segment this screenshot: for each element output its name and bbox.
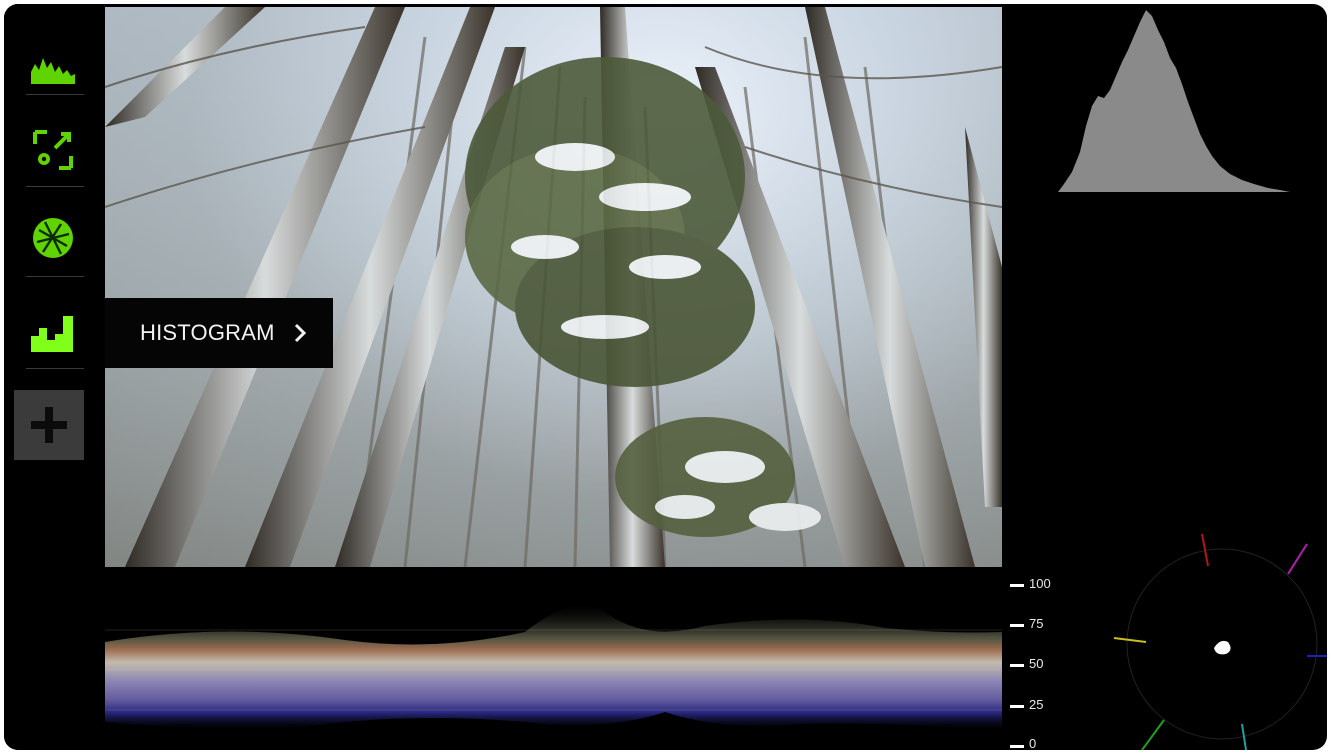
scale-tick-0: [1010, 745, 1024, 748]
vectorscope-tool-button[interactable]: [20, 200, 86, 276]
scale-tick-75: [1010, 624, 1024, 627]
expand-gear-icon: [33, 130, 73, 170]
histogram-tooltip[interactable]: HISTOGRAM: [105, 298, 333, 368]
tool-sidebar: [4, 4, 104, 750]
video-preview: [105, 7, 1002, 567]
monitor-screen: HISTOGRAM 100 75 50 25 0: [4, 4, 1327, 750]
sidebar-divider: [26, 276, 84, 277]
waveform-scope: [105, 605, 1002, 732]
histogram-shape: [1058, 10, 1290, 192]
mountain-histogram-icon: [31, 58, 75, 84]
sidebar-divider: [26, 368, 84, 369]
scale-label-75: 75: [1029, 616, 1044, 631]
forest-image: [105, 7, 1002, 567]
sidebar-divider: [26, 94, 84, 95]
scale-label-25: 25: [1029, 697, 1044, 712]
add-tool-button[interactable]: [14, 390, 84, 460]
scale-label-50: 50: [1029, 656, 1044, 671]
histogram-chart: [1058, 10, 1290, 192]
vectorscope: [1113, 533, 1327, 750]
bar-histogram-icon: [31, 316, 73, 352]
tooltip-label: HISTOGRAM: [140, 320, 275, 345]
plus-icon: [31, 407, 67, 443]
sidebar-divider: [26, 186, 84, 187]
vectorscope-icon: [33, 218, 73, 258]
scale-tick-50: [1010, 664, 1024, 667]
scale-tick-100: [1010, 584, 1024, 587]
scaling-tool-button[interactable]: [20, 112, 86, 188]
scale-label-0: 0: [1029, 736, 1037, 750]
histogram-bars-tool-button[interactable]: [20, 294, 86, 370]
scale-label-100: 100: [1029, 576, 1051, 591]
scale-tick-25: [1010, 705, 1024, 708]
chevron-right-icon: [294, 323, 306, 343]
